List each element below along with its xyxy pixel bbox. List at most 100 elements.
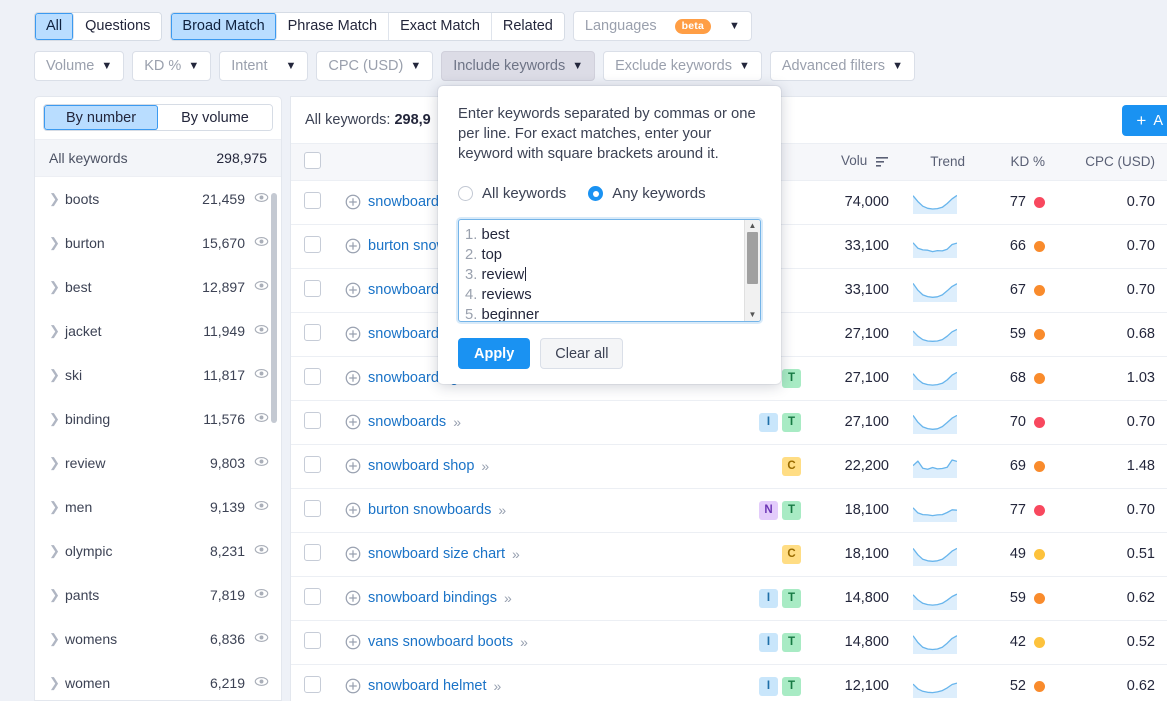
chevron-right-icon[interactable]: ❯ <box>49 631 65 647</box>
column-cpc[interactable]: CPC (USD) <box>1057 144 1167 180</box>
chevron-right-icon[interactable]: ❯ <box>49 543 65 559</box>
keyword-expand-icon[interactable]: » <box>494 678 501 694</box>
keyword-link[interactable]: snowboard <box>368 194 439 210</box>
intent-badge-C[interactable]: C <box>782 545 801 564</box>
intent-badge-I[interactable]: I <box>759 589 778 608</box>
eye-icon-wrap[interactable] <box>254 454 269 472</box>
radio-all-keywords[interactable]: All keywords <box>458 185 566 202</box>
chevron-right-icon[interactable]: ❯ <box>49 279 65 295</box>
keyword-expand-icon[interactable]: » <box>481 458 488 474</box>
filter-cpc[interactable]: CPC (USD) ▼ <box>316 51 433 81</box>
add-keyword-icon[interactable] <box>345 678 361 694</box>
column-kd[interactable]: KD % <box>977 144 1057 180</box>
row-checkbox[interactable] <box>304 456 321 473</box>
radio-any-keywords[interactable]: Any keywords <box>588 185 705 202</box>
eye-icon-wrap[interactable] <box>254 586 269 604</box>
add-keyword-icon[interactable] <box>345 546 361 562</box>
chevron-right-icon[interactable]: ❯ <box>49 411 65 427</box>
sidebar-group-item[interactable]: ❯jacket11,949 <box>35 309 281 353</box>
filter-kd[interactable]: KD % ▼ <box>132 51 211 81</box>
textarea-scrollbar[interactable]: ▲ ▼ <box>744 220 760 321</box>
row-checkbox[interactable] <box>304 632 321 649</box>
chevron-right-icon[interactable]: ❯ <box>49 323 65 339</box>
chevron-right-icon[interactable]: ❯ <box>49 675 65 691</box>
row-checkbox[interactable] <box>304 412 321 429</box>
intent-badge-I[interactable]: I <box>759 413 778 432</box>
intent-badge-T[interactable]: T <box>782 589 801 608</box>
keyword-link[interactable]: snowboard <box>368 282 439 298</box>
filter-intent[interactable]: Intent ▼ <box>219 51 308 81</box>
table-row[interactable]: snowboard shop»C22,200691.48 <box>291 444 1167 488</box>
eye-icon-wrap[interactable] <box>254 498 269 516</box>
sidebar-scrollbar-thumb[interactable] <box>271 193 277 423</box>
column-volume[interactable]: Volu <box>815 144 901 180</box>
intent-badge-T[interactable]: T <box>782 501 801 520</box>
sidebar-all-keywords-row[interactable]: All keywords 298,975 <box>35 139 281 177</box>
add-keyword-icon[interactable] <box>345 502 361 518</box>
eye-icon-wrap[interactable] <box>254 410 269 428</box>
row-checkbox[interactable] <box>304 500 321 517</box>
intent-badge-I[interactable]: I <box>759 677 778 696</box>
add-keyword-icon[interactable] <box>345 326 361 342</box>
add-keyword-icon[interactable] <box>345 370 361 386</box>
eye-icon-wrap[interactable] <box>254 190 269 208</box>
filter-include-keywords[interactable]: Include keywords ▼ <box>441 51 595 81</box>
sidebar-group-item[interactable]: ❯olympic8,231 <box>35 529 281 573</box>
row-checkbox[interactable] <box>304 544 321 561</box>
table-row[interactable]: snowboard size chart»C18,100490.51 <box>291 532 1167 576</box>
toggle-by-volume[interactable]: By volume <box>158 105 272 130</box>
add-keyword-icon[interactable] <box>345 414 361 430</box>
row-checkbox[interactable] <box>304 588 321 605</box>
filter-volume[interactable]: Volume ▼ <box>34 51 124 81</box>
table-row[interactable]: burton snowboards»NT18,100770.70 <box>291 488 1167 532</box>
table-row[interactable]: snowboard bindings»IT14,800590.62 <box>291 576 1167 620</box>
keyword-expand-icon[interactable]: » <box>498 502 505 518</box>
sidebar-group-item[interactable]: ❯ski11,817 <box>35 353 281 397</box>
filter-exclude-keywords[interactable]: Exclude keywords ▼ <box>603 51 762 81</box>
sidebar-group-item[interactable]: ❯burton15,670 <box>35 221 281 265</box>
tab-all[interactable]: All <box>35 13 74 40</box>
keyword-link[interactable]: burton snowboards <box>368 502 491 518</box>
scroll-down-arrow-icon[interactable]: ▼ <box>749 311 757 319</box>
add-to-keyword-list-button[interactable]: + A <box>1122 105 1167 136</box>
sidebar-group-item[interactable]: ❯best12,897 <box>35 265 281 309</box>
eye-icon-wrap[interactable] <box>254 322 269 340</box>
tab-phrase-match[interactable]: Phrase Match <box>277 13 389 40</box>
keyword-link[interactable]: vans snowboard boots <box>368 634 513 650</box>
add-keyword-icon[interactable] <box>345 194 361 210</box>
intent-badge-T[interactable]: T <box>782 413 801 432</box>
tab-questions[interactable]: Questions <box>74 13 161 40</box>
chevron-right-icon[interactable]: ❯ <box>49 587 65 603</box>
keyword-expand-icon[interactable]: » <box>512 546 519 562</box>
keyword-expand-icon[interactable]: » <box>453 414 460 430</box>
eye-icon-wrap[interactable] <box>254 674 269 692</box>
chevron-right-icon[interactable]: ❯ <box>49 455 65 471</box>
sidebar-group-item[interactable]: ❯pants7,819 <box>35 573 281 617</box>
row-checkbox[interactable] <box>304 280 321 297</box>
table-row[interactable]: snowboard helmet»IT12,100520.62 <box>291 664 1167 701</box>
row-checkbox[interactable] <box>304 324 321 341</box>
table-row[interactable]: snowboards»IT27,100700.70 <box>291 400 1167 444</box>
filter-advanced[interactable]: Advanced filters ▼ <box>770 51 915 81</box>
chevron-right-icon[interactable]: ❯ <box>49 191 65 207</box>
sidebar-group-item[interactable]: ❯review9,803 <box>35 441 281 485</box>
chevron-right-icon[interactable]: ❯ <box>49 499 65 515</box>
add-keyword-icon[interactable] <box>345 238 361 254</box>
keyword-link[interactable]: snowboard size chart <box>368 546 505 562</box>
tab-broad-match[interactable]: Broad Match <box>171 13 276 40</box>
keyword-link[interactable]: snowboards <box>368 414 446 430</box>
sidebar-group-item[interactable]: ❯binding11,576 <box>35 397 281 441</box>
keyword-link[interactable]: snowboard <box>368 326 439 342</box>
languages-dropdown[interactable]: Languages beta ▼ <box>573 11 752 41</box>
table-row[interactable]: vans snowboard boots»IT14,800420.52 <box>291 620 1167 664</box>
select-all-checkbox[interactable] <box>304 152 321 169</box>
add-keyword-icon[interactable] <box>345 282 361 298</box>
intent-badge-C[interactable]: C <box>782 457 801 476</box>
tab-related[interactable]: Related <box>492 13 564 40</box>
keyword-link[interactable]: snowboard bindings <box>368 590 497 606</box>
intent-badge-I[interactable]: I <box>759 633 778 652</box>
row-checkbox[interactable] <box>304 368 321 385</box>
add-keyword-icon[interactable] <box>345 634 361 650</box>
keyword-link[interactable]: burton snow <box>368 238 447 254</box>
row-checkbox[interactable] <box>304 192 321 209</box>
